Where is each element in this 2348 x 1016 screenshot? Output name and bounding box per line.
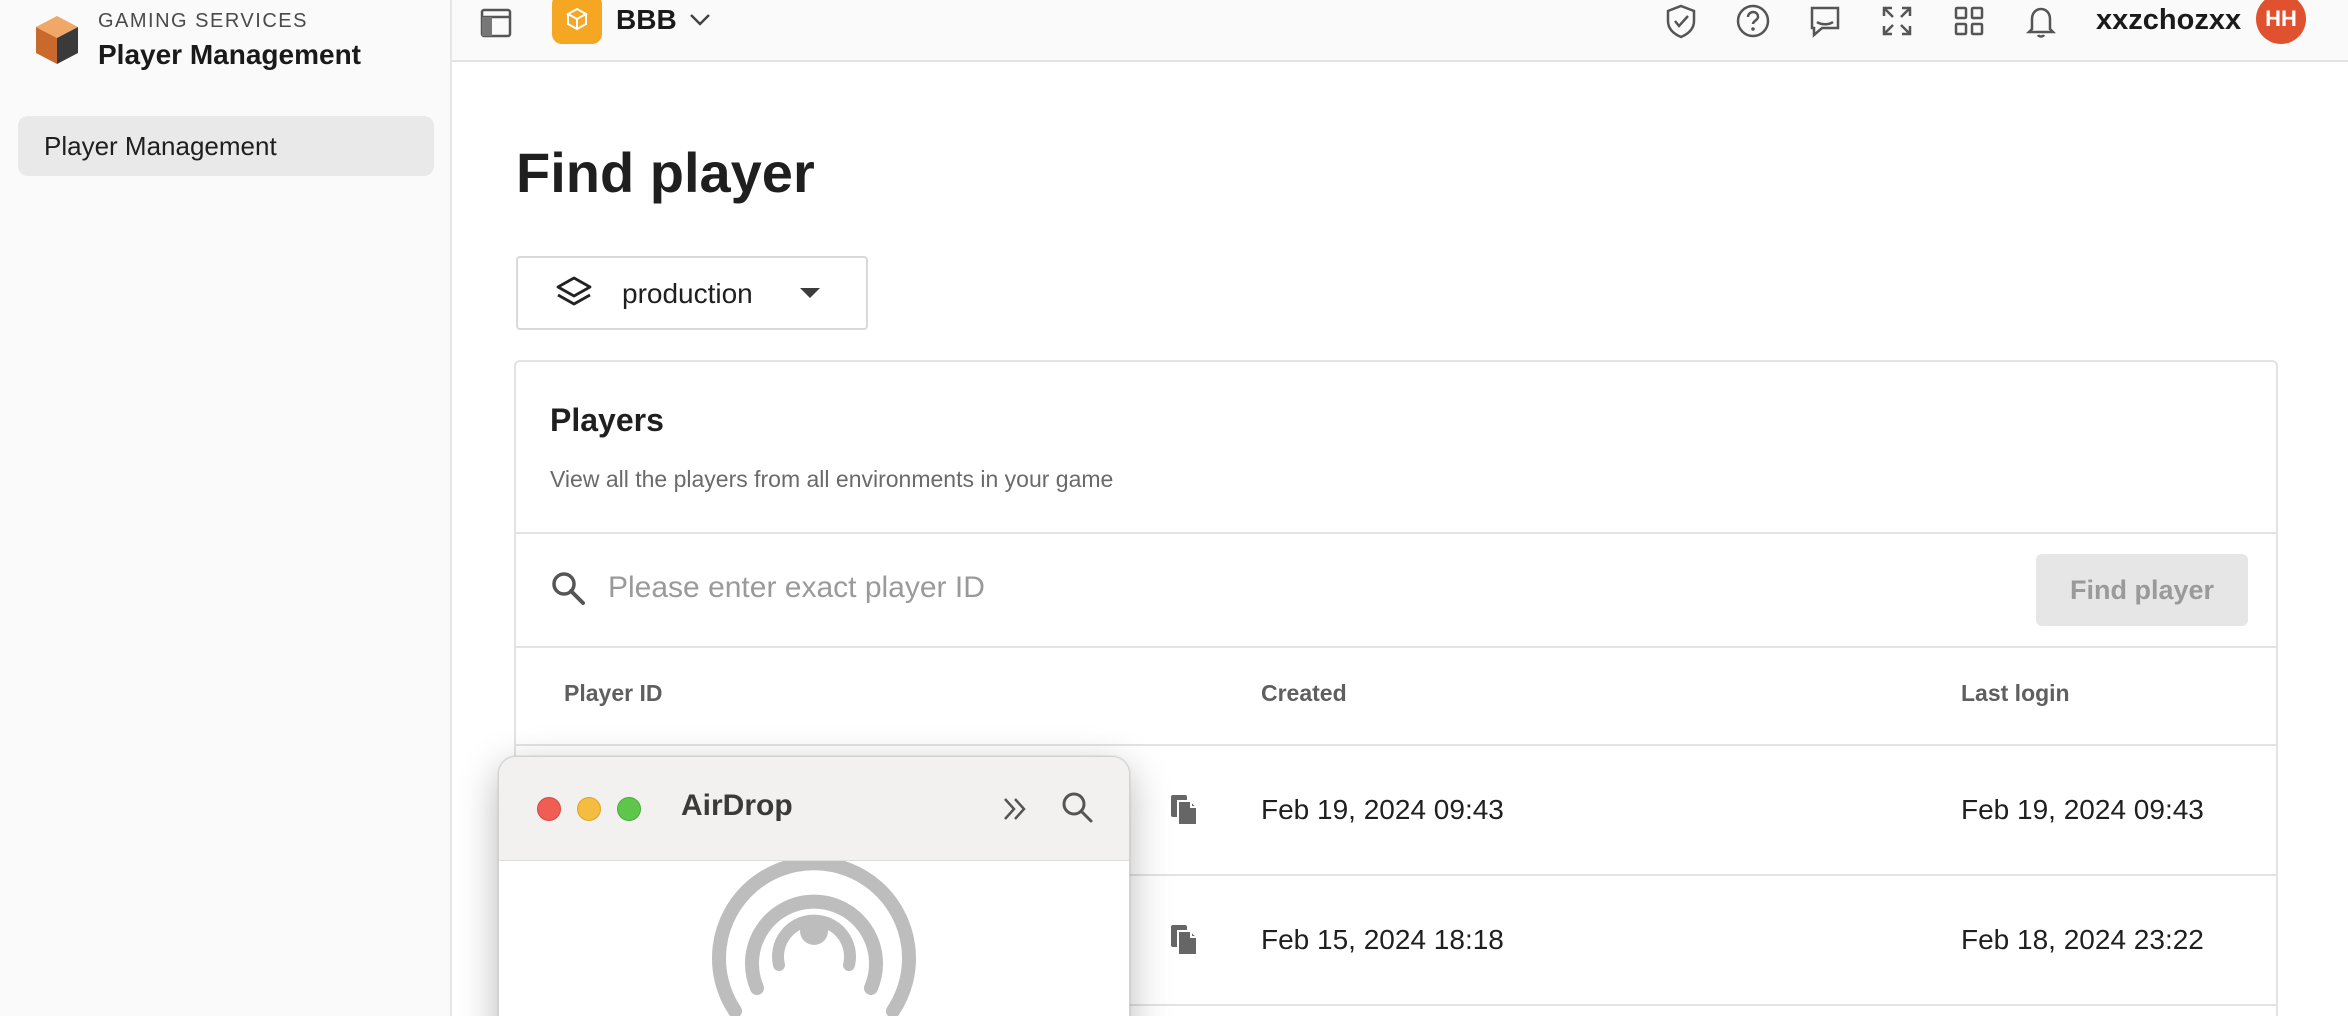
find-player-button[interactable]: Find player <box>2036 554 2248 626</box>
shield-check-icon[interactable] <box>1662 2 1700 40</box>
minimize-button[interactable] <box>577 797 601 821</box>
brand[interactable]: GAMING SERVICES Player Management <box>34 8 361 71</box>
airdrop-window[interactable]: AirDrop <box>498 756 1130 1016</box>
divider <box>516 744 2276 746</box>
row-created: Feb 19, 2024 09:43 <box>1261 794 1504 825</box>
row-last-login: Feb 18, 2024 23:22 <box>1961 924 2204 955</box>
copy-icon[interactable] <box>1168 922 1200 958</box>
chevron-double-right-icon[interactable] <box>999 793 1031 825</box>
layers-icon <box>556 276 592 306</box>
help-icon[interactable] <box>1734 2 1772 40</box>
copy-icon[interactable] <box>1168 792 1200 828</box>
chevron-down-icon[interactable] <box>686 8 714 32</box>
row-last-login: Feb 19, 2024 09:43 <box>1961 794 2204 825</box>
avatar[interactable]: HH <box>2256 0 2306 44</box>
brand-subtitle: GAMING SERVICES <box>98 10 308 32</box>
bell-icon[interactable] <box>2022 2 2060 40</box>
close-button[interactable] <box>537 797 561 821</box>
environment-select[interactable]: production <box>516 256 868 330</box>
column-header-player-id[interactable]: Player ID <box>564 680 662 707</box>
search-icon <box>552 572 585 605</box>
column-header-created[interactable]: Created <box>1261 680 1347 707</box>
apps-grid-icon[interactable] <box>1950 2 1988 40</box>
cube-logo-icon <box>36 16 78 64</box>
airdrop-title: AirDrop <box>681 789 793 822</box>
zoom-button[interactable] <box>617 797 641 821</box>
expand-icon[interactable] <box>1878 2 1916 40</box>
top-bar: BBB xxzchozxx HH <box>452 0 2348 62</box>
row-created: Feb 15, 2024 18:18 <box>1261 924 1504 955</box>
card-title: Players <box>550 402 664 438</box>
column-header-last-login[interactable]: Last login <box>1961 680 2070 707</box>
divider <box>516 532 2276 534</box>
layout-icon[interactable] <box>478 4 514 40</box>
project-name[interactable]: BBB <box>616 4 677 36</box>
page-title: Find player <box>516 141 815 204</box>
brand-title: Player Management <box>98 39 361 70</box>
environment-label: production <box>622 278 753 309</box>
player-id-search-input[interactable] <box>608 562 1908 614</box>
card-subtitle: View all the players from all environmen… <box>550 466 1114 492</box>
sidebar-item-player-management[interactable]: Player Management <box>18 116 434 176</box>
airdrop-titlebar[interactable]: AirDrop <box>499 757 1129 861</box>
caret-down-icon <box>800 288 820 298</box>
search-icon[interactable] <box>1059 789 1095 825</box>
divider <box>516 646 2276 648</box>
app-root: GAMING SERVICES Player Management Player… <box>0 0 2348 1016</box>
airdrop-radar-icon <box>712 861 916 1016</box>
cube-icon <box>565 7 589 31</box>
project-badge[interactable] <box>552 0 602 44</box>
username[interactable]: xxzchozxx <box>2096 4 2241 37</box>
feedback-icon[interactable] <box>1806 2 1844 40</box>
sidebar: GAMING SERVICES Player Management Player… <box>0 0 452 1016</box>
